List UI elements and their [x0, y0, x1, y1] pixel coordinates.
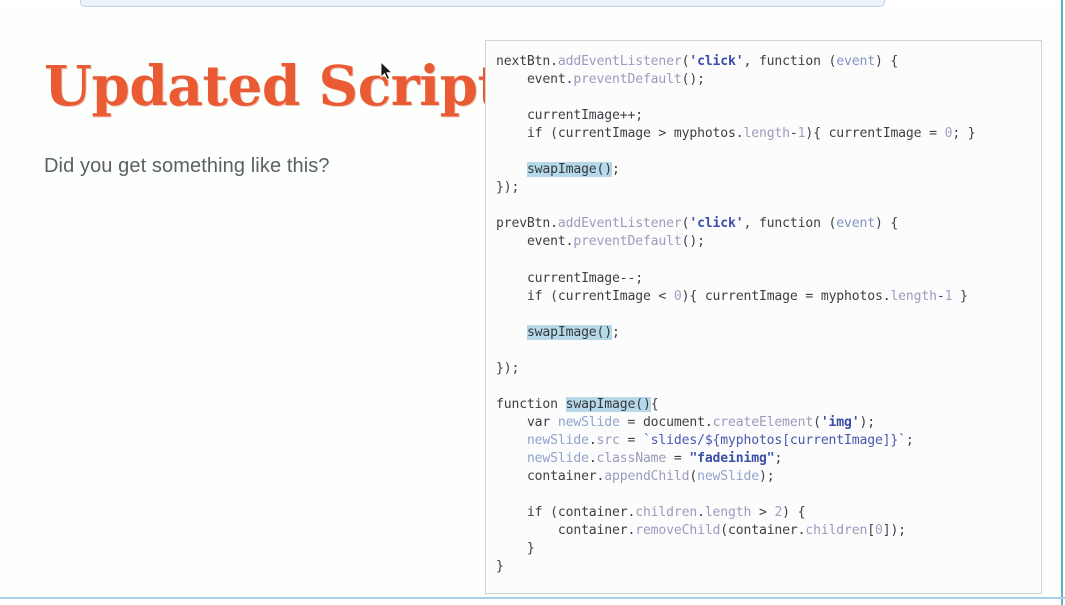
- slide-text-column: Updated Script Did you get something lik…: [44, 53, 503, 178]
- viewer-right-edge: [1061, 0, 1063, 605]
- viewer-bottom-edge: [0, 597, 1065, 599]
- slide-subtitle: Did you get something like this?: [44, 154, 330, 177]
- viewer-top-bar[interactable]: [80, 0, 885, 7]
- code-listing: nextBtn.addEventListener('click', functi…: [496, 54, 976, 575]
- slide-surface: Updated Script Did you get something lik…: [0, 9, 1060, 597]
- page-title: Updated Script: [44, 53, 503, 118]
- code-panel: nextBtn.addEventListener('click', functi…: [485, 40, 1042, 594]
